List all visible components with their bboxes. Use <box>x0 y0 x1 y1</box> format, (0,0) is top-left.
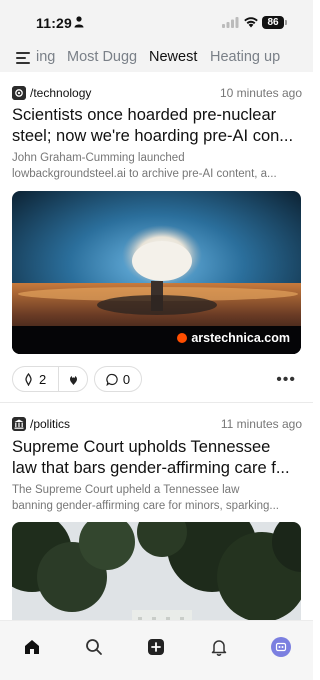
post-title[interactable]: Scientists once hoarded pre-nuclear stee… <box>12 105 302 147</box>
community-politics-icon[interactable] <box>12 417 26 431</box>
post-excerpt-line: banning gender-affirming care for minors… <box>12 500 279 512</box>
community-technology-icon[interactable] <box>12 86 26 100</box>
feed[interactable]: /technology 10 minutes ago Scientists on… <box>0 72 313 620</box>
post-excerpt-line: The Supreme Court upheld a Tennessee law <box>12 484 240 496</box>
upvote-button[interactable]: 2 <box>13 367 59 391</box>
image-source: arstechnica.com <box>173 328 295 348</box>
image-source-label: arstechnica.com <box>191 331 290 345</box>
post-header: /technology 10 minutes ago <box>12 86 302 102</box>
home-icon <box>25 640 39 654</box>
post-title-line: law that bars gender-affirming care f... <box>12 459 290 477</box>
post-title[interactable]: Supreme Court upholds Tennessee law that… <box>12 437 302 479</box>
search-icon <box>86 639 102 655</box>
post-excerpt-line: John Graham-Cumming launched <box>12 152 185 164</box>
post-image[interactable]: arstechnica.com <box>12 191 301 354</box>
downvote-icon <box>69 375 77 385</box>
post-title-line: Supreme Court upholds Tennessee <box>12 438 271 456</box>
downvote-button[interactable] <box>59 367 87 391</box>
supreme-court-trees-image <box>12 522 301 620</box>
post-excerpt-line: lowbackgroundsteel.ai to archive pre-AI … <box>12 168 277 180</box>
post-time: 10 minutes ago <box>219 86 302 100</box>
upvote-icon <box>25 372 32 386</box>
post-title-line: steel; now we're hoarding pre-AI con... <box>12 127 294 145</box>
tab-most-dugg[interactable]: Most Dugg <box>67 49 137 65</box>
comment-icon <box>106 373 118 386</box>
community-link[interactable]: /technology <box>30 86 91 100</box>
cellular-signal-icon <box>222 17 239 28</box>
post-title-line: Scientists once hoarded pre-nuclear <box>12 106 277 124</box>
nav-notifications[interactable] <box>209 637 229 657</box>
post-excerpt: The Supreme Court upheld a Tennessee law… <box>12 482 304 514</box>
nav-search[interactable] <box>84 637 104 657</box>
avatar-glyph-icon <box>275 642 287 652</box>
bottom-navigation <box>0 620 313 680</box>
add-post-icon <box>148 639 164 655</box>
upvote-count: 2 <box>39 371 47 387</box>
post-card[interactable]: /technology 10 minutes ago Scientists on… <box>0 72 313 403</box>
community-link[interactable]: /politics <box>30 417 70 431</box>
nav-create[interactable] <box>146 637 166 657</box>
comment-count: 0 <box>122 371 131 387</box>
comments-button[interactable]: 0 <box>94 366 142 392</box>
post-card[interactable]: /politics 11 minutes ago Supreme Court u… <box>0 403 313 620</box>
vote-control: 2 <box>12 366 88 392</box>
notifications-icon <box>211 640 227 656</box>
nav-home[interactable] <box>22 637 42 657</box>
status-bar: 11:29 86 <box>0 0 313 44</box>
source-favicon-icon <box>177 333 188 343</box>
status-time: 11:29 <box>36 15 73 31</box>
battery-tip <box>285 20 287 25</box>
post-time: 11 minutes ago <box>220 417 302 431</box>
battery-level: 86 <box>262 16 284 29</box>
post-image[interactable] <box>12 522 301 620</box>
menu-icon[interactable] <box>16 52 30 64</box>
more-options-icon[interactable]: ••• <box>276 371 296 389</box>
post-actions: 2 0 ••• <box>12 366 302 392</box>
post-excerpt: John Graham-Cumming launched lowbackgrou… <box>12 150 304 182</box>
person-icon <box>74 16 84 28</box>
profile-avatar[interactable] <box>271 637 291 657</box>
tab-trending[interactable]: ing <box>36 49 55 65</box>
wifi-icon <box>244 17 258 28</box>
feed-tabs: ing Most Dugg Newest Heating up <box>0 44 313 72</box>
post-header: /politics 11 minutes ago <box>12 417 302 433</box>
tab-heating-up[interactable]: Heating up <box>210 49 280 65</box>
tab-newest[interactable]: Newest <box>149 49 197 65</box>
